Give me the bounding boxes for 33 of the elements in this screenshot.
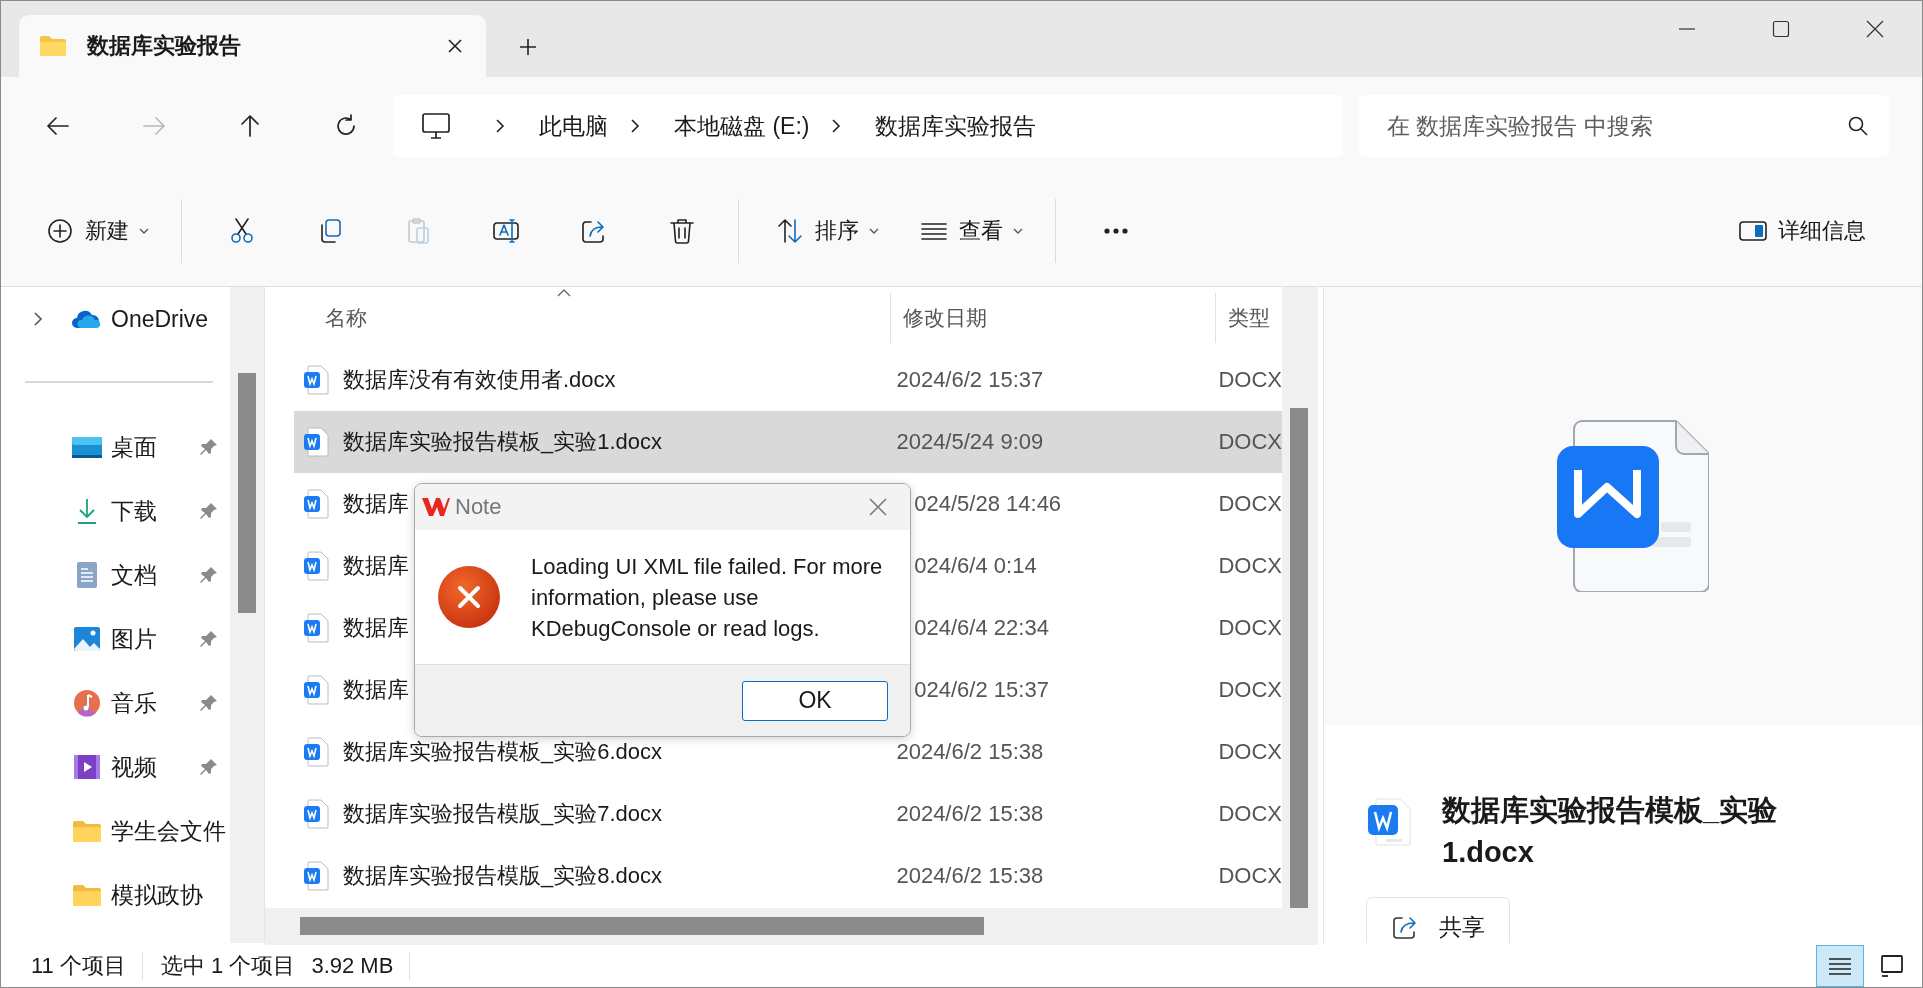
file-type: DOCX [1217, 801, 1282, 827]
modified-date: 2024/5/24 9:09 [895, 429, 1045, 455]
file-type: DOCX [1217, 677, 1282, 703]
file-type: DOCX [1217, 553, 1282, 579]
file-type: DOCX [1217, 429, 1282, 455]
modified-date: 024/6/4 22:34 [913, 615, 1050, 641]
file-type: DOCX [1217, 615, 1282, 641]
file-name: 数据库实验报告模版_实验8.docx [343, 862, 663, 890]
modified-date: 024/5/28 14:46 [913, 491, 1063, 517]
selection-size: 3.92 MB [311, 952, 394, 979]
file-type: DOCX [1217, 863, 1282, 889]
file-type: DOCX [1217, 367, 1282, 393]
file-name: 数据库 [343, 552, 409, 580]
modified-date: 024/6/4 0:14 [913, 553, 1038, 579]
modified-date: 2024/6/2 15:38 [895, 739, 1045, 765]
item-count: 11 个项目 [31, 951, 126, 980]
file-type: DOCX [1217, 491, 1282, 517]
error-message: Loading UI XML file failed. For more information, please use KDebugConsole or read logs. [531, 552, 884, 643]
file-name: 数据库 [343, 676, 409, 704]
file-name: 数据库实验报告模板_实验1.docx [343, 428, 663, 456]
file-name: 数据库实验报告模板_实验6.docx [343, 738, 663, 766]
file-name: 数据库没有有效使用者.docx [343, 366, 616, 394]
dialog-title: Note [455, 494, 502, 520]
modified-date: 024/6/2 15:37 [913, 677, 1050, 703]
file-type: DOCX [1217, 739, 1282, 765]
modified-date: 2024/6/2 15:37 [895, 367, 1045, 393]
file-title: 数据库实验报告模板_实验1.docx [1442, 793, 1779, 870]
selection-count: 选中 1 个项目 [160, 951, 296, 980]
file-name: 数据库 [343, 614, 409, 642]
file-name: 数据库 [343, 490, 409, 518]
modified-date: 2024/6/2 15:38 [895, 863, 1045, 889]
modified-date: 2024/6/2 15:38 [895, 801, 1045, 827]
file-name: 数据库实验报告模版_实验7.docx [343, 800, 663, 828]
